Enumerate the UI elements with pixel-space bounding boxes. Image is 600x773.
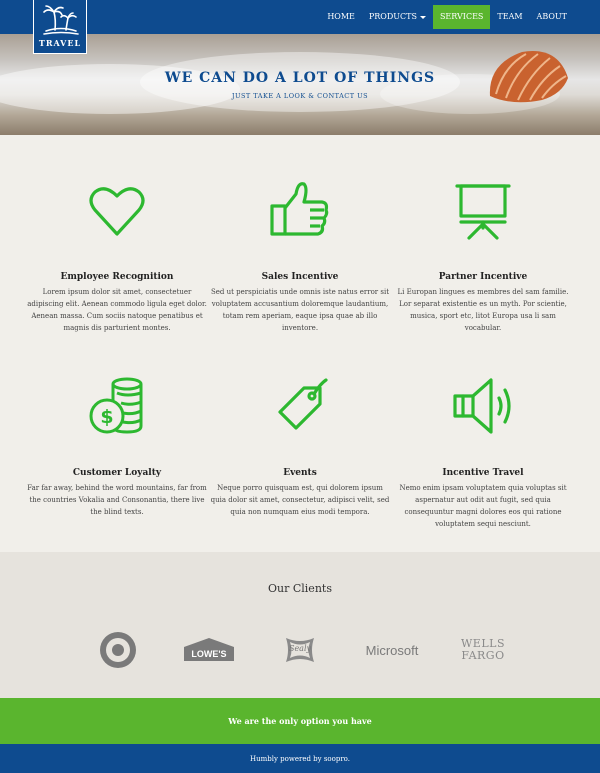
feature-text: Li Europan lingues es membres del sam fa… xyxy=(397,288,569,332)
nav-team-label: TEAM xyxy=(497,12,523,21)
nav-products[interactable]: PRODUCTS xyxy=(362,5,433,29)
footer: Humbly powered by soopro. xyxy=(0,744,600,773)
feature-title: Customer Loyalty xyxy=(72,468,162,478)
brand-logo[interactable]: TRAVEL xyxy=(33,0,87,54)
tag-icon xyxy=(278,378,328,430)
hero-banner: WE CAN DO A LOT OF THINGS JUST TAKE A LO… xyxy=(0,34,600,135)
svg-text:$: $ xyxy=(100,406,113,428)
nav-home[interactable]: HOME xyxy=(320,5,362,29)
feature-text: Neque porro quisquam est, qui dolorem ip… xyxy=(210,484,390,516)
microsoft-logo: Microsoft xyxy=(360,630,424,670)
nav-team[interactable]: TEAM xyxy=(490,5,529,29)
nav-about[interactable]: ABOUT xyxy=(530,5,574,29)
sealy-logo-text: Sealy xyxy=(288,644,312,653)
target-logo xyxy=(98,630,138,670)
nav-products-label: PRODUCTS xyxy=(368,12,417,21)
footer-text: Humbly powered by soopro. xyxy=(250,755,350,763)
nav-services[interactable]: SERVICES xyxy=(432,5,491,29)
nav-services-label: SERVICES xyxy=(439,12,484,21)
coins-dollar-icon: $ xyxy=(89,377,143,434)
palm-island-icon xyxy=(43,5,79,35)
feature-title: Incentive Travel xyxy=(442,468,524,478)
cta-band: We are the only option you have xyxy=(0,698,600,744)
feature-text: Lorem ipsum dolor sit amet, consectetuer… xyxy=(27,288,207,332)
target-logo-icon xyxy=(100,632,136,668)
lowes-logo: LOWE'S xyxy=(182,630,236,670)
feature-title: Sales Incentive xyxy=(261,272,339,282)
lowes-logo-text: LOWE'S xyxy=(191,649,227,659)
navbar: HOME PRODUCTS SERVICES TEAM ABOUT xyxy=(0,0,600,34)
chevron-down-icon xyxy=(419,15,426,19)
presentation-board-icon xyxy=(455,184,511,240)
feature-title: Employee Recognition xyxy=(60,272,174,282)
nav-about-label: ABOUT xyxy=(536,12,567,21)
feature-text: Sed ut perspiciatis unde omnis iste natu… xyxy=(210,288,390,332)
logo-text: TRAVEL xyxy=(38,38,82,48)
cta-band-text: We are the only option you have xyxy=(228,716,372,726)
nav-home-label: HOME xyxy=(327,12,355,21)
heart-icon xyxy=(89,187,145,236)
microsoft-logo-text: Microsoft xyxy=(365,642,419,658)
feature-text: Far far away, behind the word mountains,… xyxy=(27,484,207,516)
feature-title: Events xyxy=(283,468,317,478)
thumbs-up-icon xyxy=(270,182,329,236)
hero-subtitle: JUST TAKE A LOOK & CONTACT US xyxy=(231,92,369,100)
clients-section: Our Clients LOWE'S Sealy Microsoft WELLS… xyxy=(0,552,600,698)
main-nav: HOME PRODUCTS SERVICES TEAM ABOUT xyxy=(320,5,574,29)
wells-fargo-logo-line2: FARGO xyxy=(461,649,505,662)
clients-title: Our Clients xyxy=(268,582,332,595)
speaker-icon xyxy=(453,378,511,434)
wells-fargo-logo: WELLS FARGO xyxy=(454,630,512,670)
hero-title: WE CAN DO A LOT OF THINGS xyxy=(164,70,436,86)
sealy-logo: Sealy xyxy=(282,630,318,670)
feature-title: Partner Incentive xyxy=(438,272,528,282)
feature-text: Nemo enim ipsam voluptatem quia voluptas… xyxy=(399,484,567,528)
